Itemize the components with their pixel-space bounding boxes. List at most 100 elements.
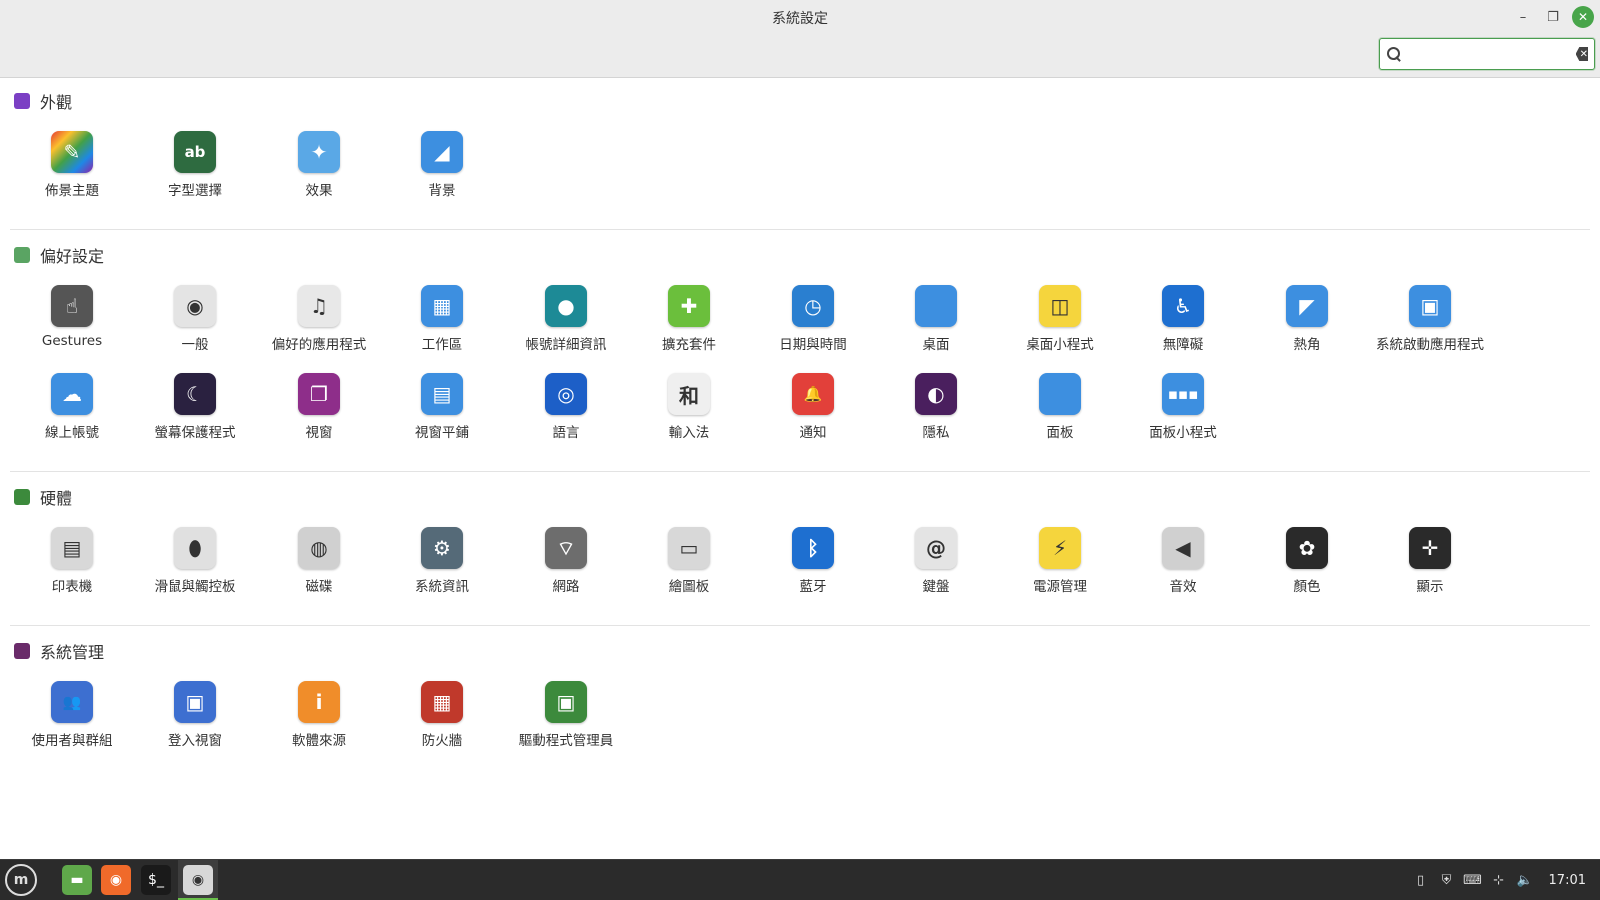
settings-item-label: 網路 [552, 579, 580, 595]
settings-item-label: 字型選擇 [168, 183, 222, 199]
network-icon: ⌔ [545, 527, 587, 569]
notifications-icon: 🔔 [792, 373, 834, 415]
firefox-icon[interactable]: ◉ [101, 865, 131, 895]
settings-item[interactable]: ◢ 背景 [387, 131, 497, 211]
applets-icon: ▪▪▪ [1162, 373, 1204, 415]
power-icon: ⚡ [1039, 527, 1081, 569]
settings-item[interactable]: 👥 使用者與群組 [17, 681, 127, 761]
settings-item[interactable]: 面板 [1005, 373, 1115, 453]
files-icon[interactable]: ▬ [62, 865, 92, 895]
maximize-icon[interactable]: ❐ [1542, 6, 1564, 28]
driver-manager-icon: ▣ [545, 681, 587, 723]
minimize-icon[interactable]: – [1512, 6, 1534, 28]
settings-item-label: 工作區 [421, 337, 463, 353]
settings-item-label: 通知 [799, 425, 827, 441]
keyboard-icon[interactable]: ⌨ [1463, 873, 1482, 889]
clock[interactable]: 17:01 [1549, 873, 1586, 888]
terminal-icon[interactable]: $_ [141, 865, 171, 895]
settings-item[interactable]: ✦ 效果 [264, 131, 374, 211]
settings-item[interactable]: ▪▪▪ 面板小程式 [1128, 373, 1238, 453]
settings-item[interactable]: ✿ 顏色 [1252, 527, 1362, 607]
settings-item[interactable]: 和輸入法 [634, 373, 744, 453]
clear-search-icon[interactable]: ✕ [1575, 47, 1588, 61]
settings-item[interactable]: ♿ 無障礙 [1128, 285, 1238, 365]
settings-item[interactable]: ▣ 登入視窗 [140, 681, 250, 761]
settings-item[interactable]: ▤ 視窗平鋪 [387, 373, 497, 453]
settings-item-label: 防火牆 [421, 733, 463, 749]
section-header: 硬體 [14, 487, 73, 508]
accessibility-icon: ♿ [1162, 285, 1204, 327]
settings-item[interactable]: ⚙ 系統資訊 [387, 527, 497, 607]
keyboard-icon: @ [915, 527, 957, 569]
mouse-icon: ⬮ [174, 527, 216, 569]
section-title: 硬體 [40, 489, 73, 508]
settings-item[interactable]: ◤ 熱角 [1252, 285, 1362, 365]
preferred-apps-icon: ♫ [298, 285, 340, 327]
settings-item[interactable]: ✛ 顯示 [1375, 527, 1485, 607]
firewall-icon: ▦ [421, 681, 463, 723]
settings-item[interactable]: ✎ 佈景主題 [17, 131, 127, 211]
settings-item[interactable]: ▤ 印表機 [17, 527, 127, 607]
settings-item[interactable]: ● 帳號詳細資訊 [511, 285, 621, 365]
settings-item[interactable]: ⬮ 滑鼠與觸控板 [140, 527, 250, 607]
settings-item[interactable]: ✚ 擴充套件 [634, 285, 744, 365]
mint-menu-icon[interactable]: m [5, 864, 37, 896]
settings-item-label: 螢幕保護程式 [154, 425, 236, 441]
printer-icon: ▤ [51, 527, 93, 569]
settings-item[interactable]: 桌面 [881, 285, 991, 365]
settings-item[interactable]: ▣ 系統啟動應用程式 [1375, 285, 1485, 365]
settings-item-label: 面板 [1046, 425, 1074, 441]
close-icon[interactable]: ✕ [1572, 6, 1594, 28]
settings-item-label: 滑鼠與觸控板 [154, 579, 236, 595]
system-settings-icon[interactable]: ◉ [183, 865, 213, 895]
header-bar: 系統設定 – ❐ ✕ ✕ [0, 0, 1600, 78]
gestures-icon: ☝ [51, 285, 93, 327]
settings-item[interactable]: ◍ 磁碟 [264, 527, 374, 607]
settings-content: 外觀 ✎ 佈景主題 ab 字型選擇 ✦ 效果 ◢ 背景 偏好設定 ☝ Gestures ◉ 一般 ♫ 偏好的應… [0, 79, 1600, 859]
settings-item[interactable]: ◉ 一般 [140, 285, 250, 365]
settings-item[interactable]: 🔔 通知 [758, 373, 868, 453]
settings-item[interactable]: ◷ 日期與時間 [758, 285, 868, 365]
settings-item[interactable]: ♫ 偏好的應用程式 [264, 285, 374, 365]
settings-item[interactable]: ☝ Gestures [17, 285, 127, 365]
fonts-icon: ab [174, 131, 216, 173]
clipboard-icon[interactable]: ▯ [1413, 873, 1429, 889]
network-icon[interactable]: ⊹ [1491, 873, 1507, 889]
settings-item-label: 效果 [305, 183, 333, 199]
users-groups-icon: 👥 [51, 681, 93, 723]
settings-item-label: 一般 [181, 337, 209, 353]
settings-item[interactable]: @ 鍵盤 [881, 527, 991, 607]
settings-item-label: 音效 [1169, 579, 1197, 595]
settings-item-label: 隱私 [922, 425, 950, 441]
volume-icon[interactable]: 🔈 [1516, 873, 1532, 889]
settings-item-label: 磁碟 [305, 579, 333, 595]
settings-item[interactable]: ⌔ 網路 [511, 527, 621, 607]
search-input[interactable] [1401, 46, 1576, 62]
settings-item[interactable]: i 軟體來源 [264, 681, 374, 761]
settings-item[interactable]: ▣ 驅動程式管理員 [511, 681, 621, 761]
settings-item[interactable]: ☾ 螢幕保護程式 [140, 373, 250, 453]
settings-item[interactable]: ▦ 防火牆 [387, 681, 497, 761]
settings-item-label: 顏色 [1293, 579, 1321, 595]
settings-item[interactable]: ◐ 隱私 [881, 373, 991, 453]
settings-item[interactable]: ◫ 桌面小程式 [1005, 285, 1115, 365]
settings-item[interactable]: ☁ 線上帳號 [17, 373, 127, 453]
workspaces-icon: ▦ [421, 285, 463, 327]
settings-item-label: 驅動程式管理員 [518, 733, 614, 749]
search-box[interactable]: ✕ [1379, 38, 1595, 70]
section-title: 偏好設定 [40, 247, 105, 266]
settings-item[interactable]: ᛒ 藍牙 [758, 527, 868, 607]
settings-item-label: 帳號詳細資訊 [525, 337, 607, 353]
windows-icon: ❐ [298, 373, 340, 415]
settings-item[interactable]: ▦ 工作區 [387, 285, 497, 365]
settings-item-label: 系統啟動應用程式 [1376, 337, 1484, 353]
settings-item[interactable]: ab 字型選擇 [140, 131, 250, 211]
settings-item-label: 使用者與群組 [31, 733, 113, 749]
settings-item[interactable]: ◎ 語言 [511, 373, 621, 453]
shield-icon[interactable]: ⛨ [1439, 873, 1455, 889]
settings-item[interactable]: ▭ 繪圖板 [634, 527, 744, 607]
settings-item[interactable]: ◀ 音效 [1128, 527, 1238, 607]
settings-item[interactable]: ❐ 視窗 [264, 373, 374, 453]
settings-item-label: 顯示 [1416, 579, 1444, 595]
settings-item[interactable]: ⚡ 電源管理 [1005, 527, 1115, 607]
